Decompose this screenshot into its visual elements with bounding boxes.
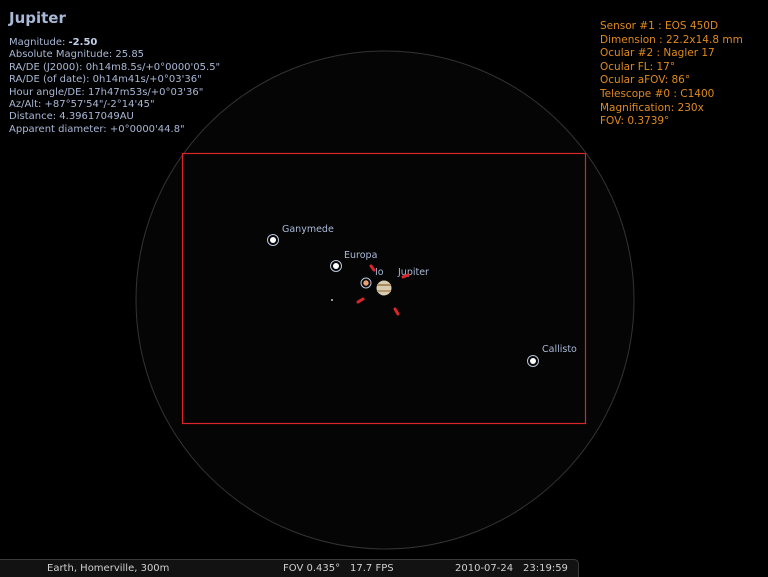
fov-text: FOV 0.435° (283, 563, 341, 574)
apparent-diameter: Apparent diameter: +0°0000'44.8" (9, 123, 185, 135)
hour-angle: Hour angle/DE: 17h47m53s/+0°03'36" (9, 86, 204, 98)
fps-text: 17.7 FPS (350, 563, 394, 574)
magnitude-value: -2.50 (68, 37, 98, 48)
ganymede-label: Ganymede (282, 224, 334, 235)
magnitude-label: Magnitude: (9, 37, 69, 48)
faint-star (331, 299, 333, 301)
absolute-magnitude: Absolute Magnitude: 25.85 (9, 49, 145, 61)
ocular-name-info: Ocular #2 : Nagler 17 (600, 47, 715, 60)
telescope-info: Telescope #0 : C1400 (600, 87, 715, 100)
magnitude-row: Magnitude: -2.50 (9, 37, 220, 49)
sensor-info: Sensor #1 : EOS 450D (600, 20, 719, 32)
time-text[interactable]: 23:19:59 (523, 563, 568, 574)
object-info-panel: Magnitude: -2.50 Absolute Magnitude: 25.… (9, 37, 220, 136)
status-bar[interactable]: Earth, Homerville, 300m FOV 0.435° 17.7 … (0, 559, 579, 577)
object-name: Jupiter (9, 9, 66, 27)
sky-view[interactable]: Ganymede Europa Io Jupiter Callisto Jupi… (0, 0, 768, 577)
jupiter-planet[interactable] (376, 280, 392, 296)
ocular-afov-info: Ocular aFOV: 86° (600, 74, 691, 87)
ra-de-j2000: RA/DE (J2000): 0h14m8.5s/+0°0000'05.5" (9, 61, 221, 73)
callisto-label: Callisto (542, 344, 577, 355)
ocular-info-panel: Sensor #1 : EOS 450D Dimension : 22.2x14… (600, 20, 743, 129)
fov-info: FOV: 0.3739° (600, 115, 670, 128)
dimension-info: Dimension : 22.2x14.8 mm (600, 33, 743, 46)
distance: Distance: 4.39617049AU (9, 111, 134, 123)
europa-label: Europa (344, 250, 377, 261)
az-alt: Az/Alt: +87°57'54"/-2°14'45" (9, 99, 155, 111)
io-label: Io (375, 267, 384, 278)
ocular-fl-info: Ocular FL: 17° (600, 60, 676, 73)
date-text[interactable]: 2010-07-24 (455, 563, 513, 574)
magnification-info: Magnification: 230x (600, 101, 704, 114)
location-text[interactable]: Earth, Homerville, 300m (47, 563, 169, 574)
ra-de-of-date: RA/DE (of date): 0h14m41s/+0°03'36" (9, 74, 202, 86)
